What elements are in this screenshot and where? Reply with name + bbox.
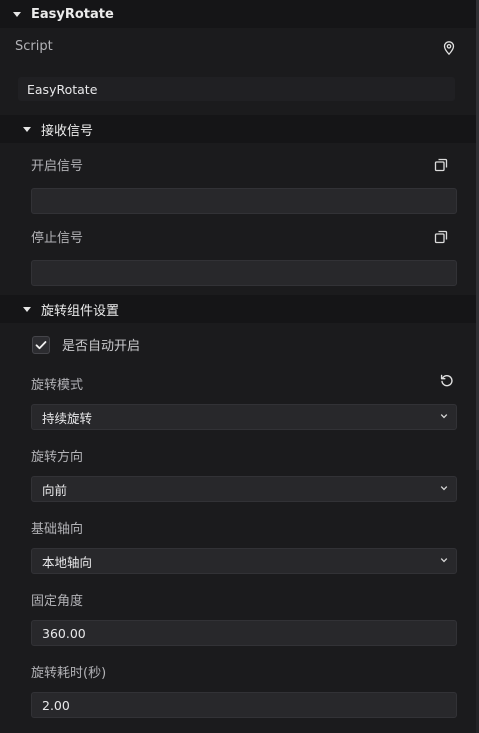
checkmark-icon: [35, 341, 47, 350]
copy-icon[interactable]: [433, 229, 449, 245]
direction-select-value: 向前: [42, 482, 68, 498]
section-header-rotate[interactable]: 旋转组件设置: [0, 295, 479, 323]
mode-select[interactable]: 持续旋转: [31, 404, 457, 430]
section-title-rotate: 旋转组件设置: [41, 303, 120, 319]
collapse-triangle-icon[interactable]: [13, 11, 21, 17]
component-title: EasyRotate: [31, 6, 114, 22]
axis-label: 基础轴向: [31, 522, 84, 537]
section-header-signal[interactable]: 接收信号: [0, 115, 479, 143]
component-header-easyrotate[interactable]: EasyRotate: [0, 0, 479, 28]
location-pin-icon[interactable]: [441, 40, 457, 56]
collapse-triangle-icon[interactable]: [23, 306, 31, 312]
chevron-down-icon: [440, 558, 448, 563]
duration-input[interactable]: 2.00: [31, 692, 457, 718]
chevron-down-icon: [440, 414, 448, 419]
start-signal-input[interactable]: [31, 188, 457, 214]
stop-signal-label: 停止信号: [31, 231, 84, 246]
auto-start-checkbox[interactable]: [32, 336, 50, 354]
direction-select[interactable]: 向前: [31, 476, 457, 502]
direction-label: 旋转方向: [31, 450, 84, 465]
duration-label: 旋转耗时(秒): [31, 666, 107, 681]
axis-select-value: 本地轴向: [42, 554, 93, 570]
script-field[interactable]: EasyRotate: [18, 77, 455, 101]
mode-label: 旋转模式: [31, 378, 84, 393]
copy-icon[interactable]: [433, 157, 449, 173]
reset-icon[interactable]: [439, 373, 455, 389]
angle-input[interactable]: 360.00: [31, 620, 457, 646]
inspector-panel: EasyRotate Script EasyRotate 接收信号 开启信号 停…: [0, 0, 479, 733]
start-signal-label: 开启信号: [31, 159, 84, 174]
script-label: Script: [15, 39, 53, 54]
collapse-triangle-icon[interactable]: [23, 126, 31, 132]
axis-select[interactable]: 本地轴向: [31, 548, 457, 574]
chevron-down-icon: [440, 486, 448, 491]
mode-select-value: 持续旋转: [42, 410, 93, 426]
angle-label: 固定角度: [31, 594, 84, 609]
auto-start-label: 是否自动开启: [62, 339, 141, 354]
section-title-signal: 接收信号: [41, 123, 94, 139]
stop-signal-input[interactable]: [31, 260, 457, 286]
